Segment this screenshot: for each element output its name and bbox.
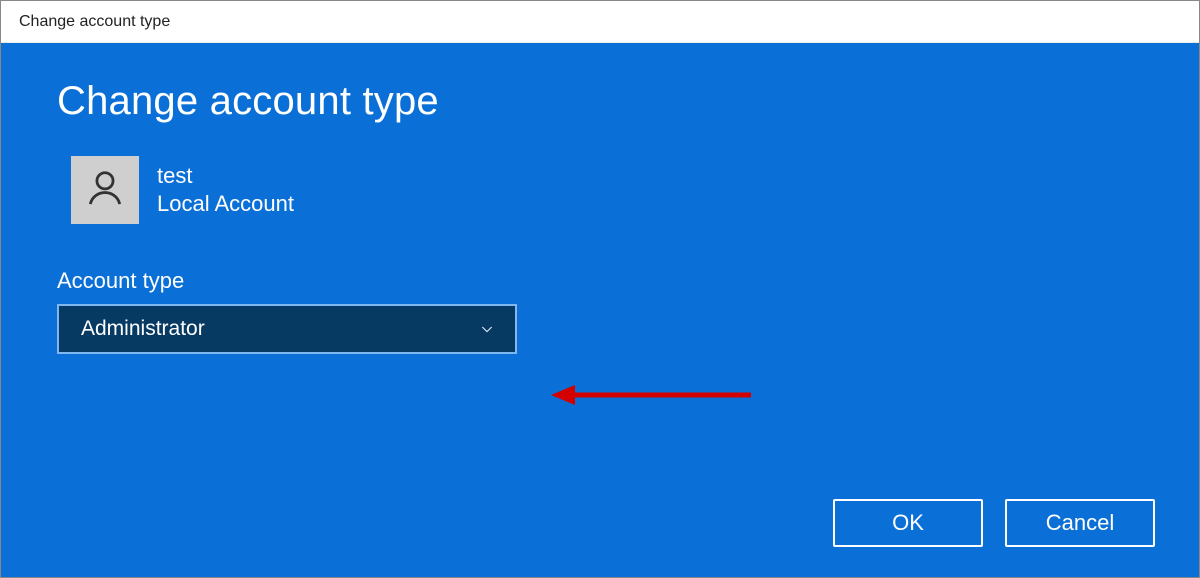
window-titlebar: Change account type <box>1 1 1199 43</box>
user-text: test Local Account <box>157 163 294 217</box>
user-account-kind: Local Account <box>157 191 294 217</box>
user-name: test <box>157 163 294 189</box>
account-type-label: Account type <box>57 268 1149 294</box>
user-summary: test Local Account <box>71 156 1149 224</box>
page-title: Change account type <box>57 79 1149 124</box>
account-type-select[interactable]: Administrator <box>57 304 517 354</box>
window-title: Change account type <box>19 13 170 31</box>
ok-button[interactable]: OK <box>833 499 983 547</box>
dialog-window: Change account type Change account type … <box>0 0 1200 578</box>
account-type-value: Administrator <box>81 317 205 341</box>
avatar <box>71 156 139 224</box>
cancel-button[interactable]: Cancel <box>1005 499 1155 547</box>
dialog-buttons: OK Cancel <box>833 499 1155 547</box>
user-icon <box>84 167 126 214</box>
annotation-arrow <box>541 375 761 415</box>
dialog-body: Change account type test Local Account A… <box>1 43 1199 577</box>
chevron-down-icon <box>479 321 495 337</box>
